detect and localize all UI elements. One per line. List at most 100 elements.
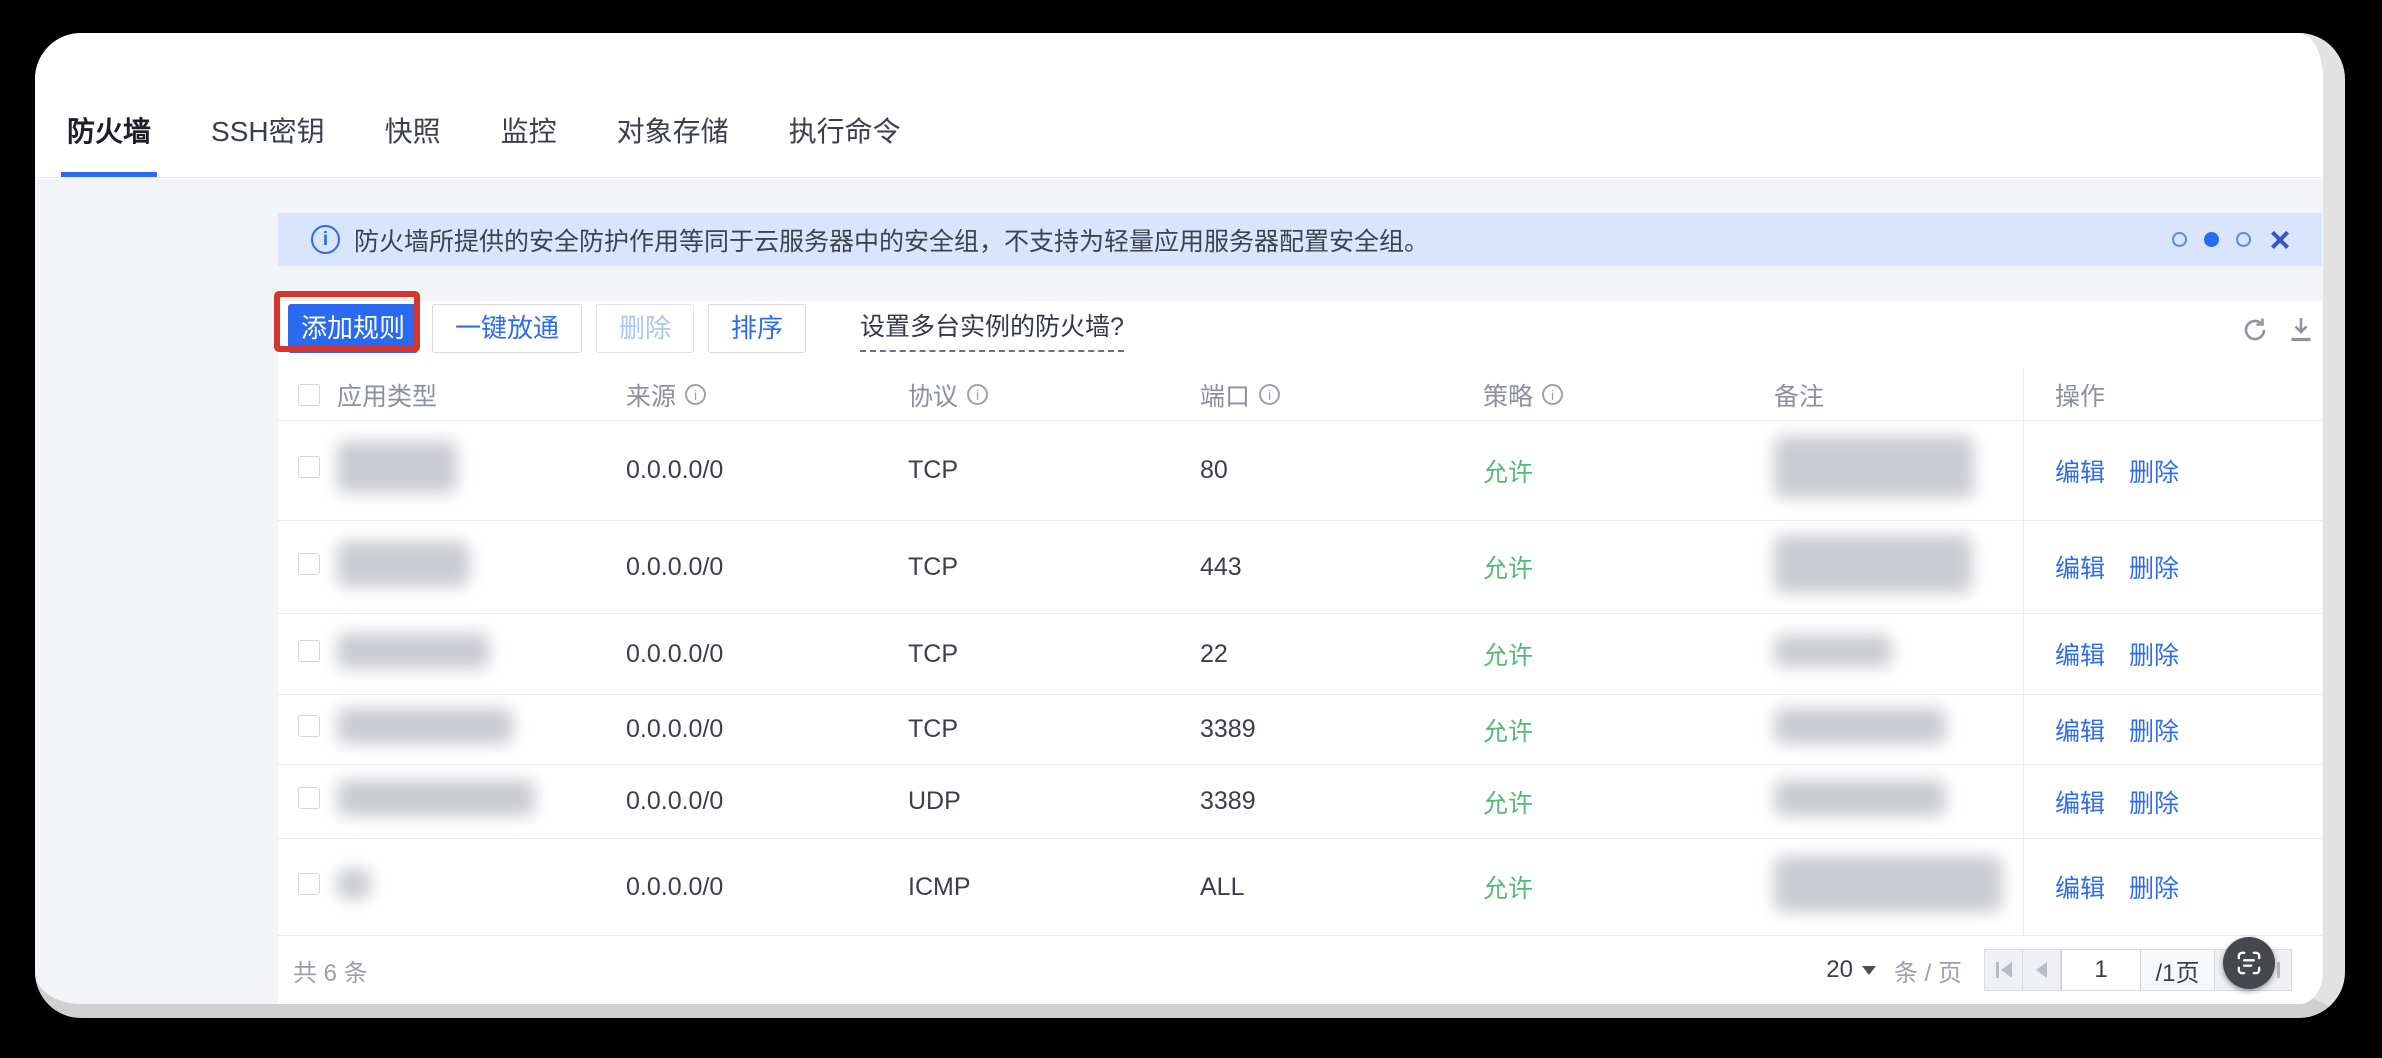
header-policy: 策略 i bbox=[1483, 377, 1774, 413]
row-checkbox[interactable] bbox=[298, 715, 320, 737]
scan-icon bbox=[2234, 948, 2264, 978]
banner-text: 防火墙所提供的安全防护作用等同于云服务器中的安全组，不支持为轻量应用服务器配置安… bbox=[354, 222, 1429, 258]
policy-cell: 允许 bbox=[1483, 712, 1774, 748]
page-size-select[interactable]: 20 bbox=[1826, 956, 1876, 984]
edit-link[interactable]: 编辑 bbox=[2055, 549, 2105, 585]
table-row: 0.0.0.0/0 ICMP ALL 允许 编辑 删除 bbox=[278, 839, 2322, 936]
refresh-icon[interactable] bbox=[2240, 315, 2270, 345]
open-all-button[interactable]: 一键放通 bbox=[432, 304, 582, 353]
header-protocol: 协议 i bbox=[908, 377, 1200, 413]
action-cell: 编辑 删除 bbox=[2023, 765, 2322, 838]
info-icon[interactable]: i bbox=[685, 384, 706, 405]
per-page-label: 条 / 页 bbox=[1894, 953, 1962, 988]
close-icon[interactable]: × bbox=[2260, 213, 2300, 266]
page-number-input[interactable] bbox=[2061, 950, 2141, 990]
chevron-down-icon bbox=[1862, 966, 1876, 975]
redacted-remark bbox=[1774, 856, 2002, 912]
policy-cell: 允许 bbox=[1483, 784, 1774, 820]
tab-run-commands[interactable]: 执行命令 bbox=[783, 110, 907, 177]
port-cell: ALL bbox=[1200, 873, 1483, 902]
select-all-checkbox[interactable] bbox=[298, 384, 320, 406]
redacted-app-type bbox=[337, 441, 457, 493]
action-cell: 编辑 删除 bbox=[2023, 421, 2322, 520]
redacted-app-type bbox=[337, 633, 489, 669]
info-icon: i bbox=[311, 225, 340, 254]
tab-firewall[interactable]: 防火墙 bbox=[61, 110, 157, 177]
delete-button[interactable]: 删除 bbox=[596, 304, 694, 353]
redacted-remark bbox=[1774, 436, 1974, 498]
table-row: 0.0.0.0/0 TCP 443 允许 编辑 删除 bbox=[278, 521, 2322, 614]
protocol-cell: TCP bbox=[908, 553, 1200, 582]
redacted-remark bbox=[1774, 708, 1946, 744]
carousel-dot-2[interactable] bbox=[2204, 232, 2219, 247]
carousel-dot-3[interactable] bbox=[2236, 232, 2251, 247]
delete-link[interactable]: 删除 bbox=[2129, 636, 2179, 672]
port-cell: 80 bbox=[1200, 456, 1483, 485]
multi-instance-firewall-link[interactable]: 设置多台实例的防火墙? bbox=[860, 310, 1124, 352]
delete-link[interactable]: 删除 bbox=[2129, 549, 2179, 585]
edit-link[interactable]: 编辑 bbox=[2055, 712, 2105, 748]
pagination: 20 条 / 页 /1页 bbox=[1826, 949, 2292, 991]
port-cell: 3389 bbox=[1200, 715, 1483, 744]
row-checkbox[interactable] bbox=[298, 456, 320, 478]
toolbar: 添加规则 一键放通 删除 排序 设置多台实例的防火墙? bbox=[278, 301, 2322, 369]
info-icon[interactable]: i bbox=[1259, 384, 1280, 405]
delete-link[interactable]: 删除 bbox=[2129, 869, 2179, 905]
page: { "tabs": { "items": [ { "label": "防火墙",… bbox=[0, 0, 2382, 1058]
header-action: 操作 bbox=[2023, 369, 2322, 420]
edit-link[interactable]: 编辑 bbox=[2055, 636, 2105, 672]
protocol-cell: TCP bbox=[908, 715, 1200, 744]
add-rule-button[interactable]: 添加规则 bbox=[288, 304, 418, 353]
edit-link[interactable]: 编辑 bbox=[2055, 784, 2105, 820]
redacted-remark bbox=[1774, 535, 1972, 593]
page-total-label: /1页 bbox=[2141, 950, 2215, 990]
protocol-cell: UDP bbox=[908, 787, 1200, 816]
delete-link[interactable]: 删除 bbox=[2129, 712, 2179, 748]
firewall-panel: 添加规则 一键放通 删除 排序 设置多台实例的防火墙? bbox=[278, 301, 2322, 1004]
prev-page-button[interactable] bbox=[2023, 950, 2061, 990]
content-area: i 防火墙所提供的安全防护作用等同于云服务器中的安全组，不支持为轻量应用服务器配… bbox=[35, 179, 2323, 1004]
port-cell: 443 bbox=[1200, 553, 1483, 582]
tab-ssh-keys[interactable]: SSH密钥 bbox=[205, 110, 331, 177]
first-page-button[interactable] bbox=[1985, 950, 2023, 990]
policy-cell: 允许 bbox=[1483, 869, 1774, 905]
row-checkbox[interactable] bbox=[298, 553, 320, 575]
info-icon[interactable]: i bbox=[1542, 384, 1563, 405]
info-icon[interactable]: i bbox=[967, 384, 988, 405]
protocol-cell: TCP bbox=[908, 640, 1200, 669]
total-count: 共 6 条 bbox=[293, 953, 368, 988]
policy-cell: 允许 bbox=[1483, 549, 1774, 585]
row-checkbox[interactable] bbox=[298, 787, 320, 809]
scan-tool-button[interactable] bbox=[2223, 937, 2275, 989]
action-cell: 编辑 删除 bbox=[2023, 521, 2322, 613]
protocol-cell: ICMP bbox=[908, 873, 1200, 902]
download-icon[interactable] bbox=[2286, 315, 2316, 345]
sort-button[interactable]: 排序 bbox=[708, 304, 806, 353]
action-cell: 编辑 删除 bbox=[2023, 695, 2322, 764]
table-row: 0.0.0.0/0 UDP 3389 允许 编辑 删除 bbox=[278, 765, 2322, 839]
tab-snapshots[interactable]: 快照 bbox=[379, 110, 447, 177]
firewall-table-body: 0.0.0.0/0 TCP 80 允许 编辑 删除 0.0.0.0/0 TCP … bbox=[278, 421, 2322, 936]
delete-link[interactable]: 删除 bbox=[2129, 453, 2179, 489]
row-checkbox[interactable] bbox=[298, 640, 320, 662]
redacted-app-type bbox=[337, 869, 371, 899]
protocol-cell: TCP bbox=[908, 456, 1200, 485]
redacted-app-type bbox=[337, 708, 513, 744]
header-remark: 备注 bbox=[1774, 377, 2023, 413]
edit-link[interactable]: 编辑 bbox=[2055, 453, 2105, 489]
policy-cell: 允许 bbox=[1483, 453, 1774, 489]
edit-link[interactable]: 编辑 bbox=[2055, 869, 2105, 905]
carousel-dot-1[interactable] bbox=[2172, 232, 2187, 247]
tab-object-storage[interactable]: 对象存储 bbox=[611, 110, 735, 177]
delete-link[interactable]: 删除 bbox=[2129, 784, 2179, 820]
table-tools bbox=[2240, 315, 2316, 345]
source-cell: 0.0.0.0/0 bbox=[626, 553, 908, 582]
source-cell: 0.0.0.0/0 bbox=[626, 873, 908, 902]
tab-monitoring[interactable]: 监控 bbox=[495, 110, 563, 177]
row-checkbox[interactable] bbox=[298, 873, 320, 895]
redacted-app-type bbox=[337, 541, 469, 587]
source-cell: 0.0.0.0/0 bbox=[626, 640, 908, 669]
table-header: 应用类型 来源 i 协议 i 端口 i 策略 i 备注 操作 bbox=[278, 369, 2322, 421]
source-cell: 0.0.0.0/0 bbox=[626, 715, 908, 744]
table-footer: 共 6 条 20 条 / 页 /1页 bbox=[278, 936, 2322, 1004]
